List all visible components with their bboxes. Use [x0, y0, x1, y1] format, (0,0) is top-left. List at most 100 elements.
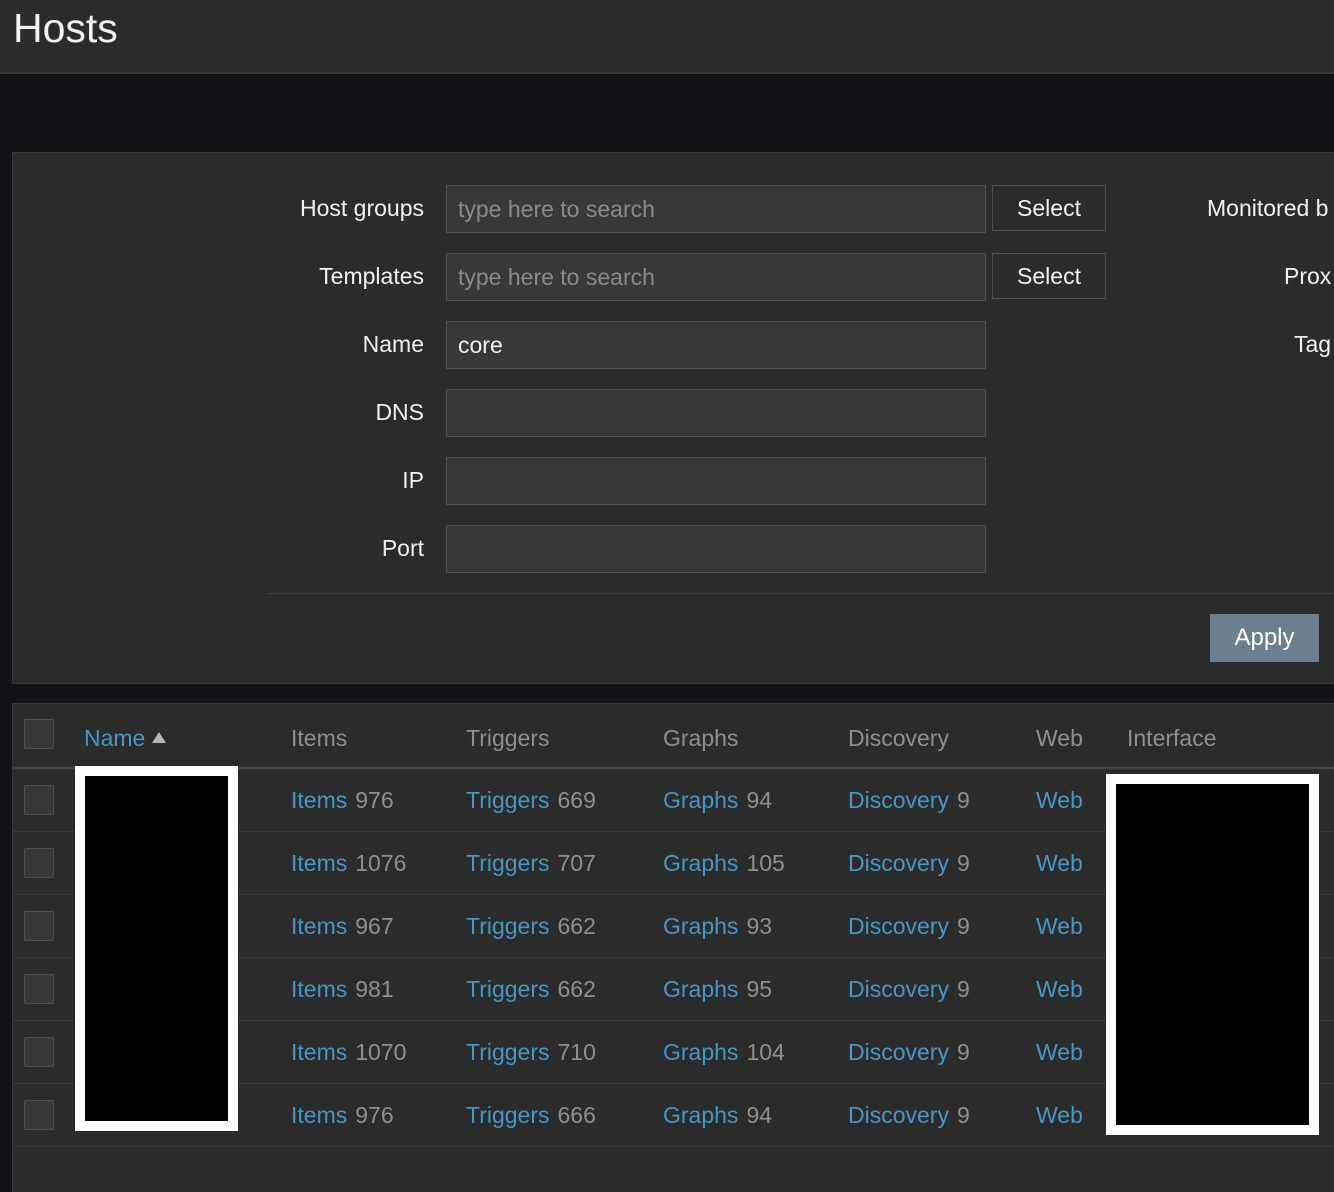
ip-input[interactable] — [446, 457, 986, 505]
graphs-link[interactable]: Graphs — [663, 850, 738, 876]
page-header: Hosts — [0, 0, 1334, 74]
items-link[interactable]: Items — [291, 787, 347, 813]
discovery-count: 9 — [956, 787, 970, 813]
items-cell: Items 967 — [291, 912, 394, 940]
items-count: 967 — [355, 913, 394, 939]
discovery-count: 9 — [956, 1039, 970, 1065]
triggers-cell: Triggers 710 — [466, 1038, 596, 1066]
row-checkbox[interactable] — [24, 785, 54, 815]
triggers-count: 669 — [557, 787, 596, 813]
discovery-count: 9 — [956, 850, 970, 876]
select-all-checkbox[interactable] — [24, 719, 54, 749]
column-header-graphs: Graphs — [663, 725, 739, 751]
redacted-name-column — [75, 766, 238, 1131]
discovery-link[interactable]: Discovery — [848, 787, 949, 813]
column-header-web: Web — [1036, 725, 1083, 751]
graphs-link[interactable]: Graphs — [663, 1039, 738, 1065]
web-link[interactable]: Web — [1036, 849, 1083, 877]
column-header-triggers: Triggers — [466, 725, 550, 751]
triggers-count: 666 — [557, 1102, 596, 1128]
graphs-link[interactable]: Graphs — [663, 976, 738, 1002]
triggers-link[interactable]: Triggers — [466, 850, 550, 876]
triggers-count: 710 — [557, 1039, 596, 1065]
host-groups-input[interactable] — [446, 185, 986, 233]
hosts-page: Hosts Host groups Select Templates Selec… — [0, 0, 1334, 1192]
proxy-label: Prox — [1284, 263, 1332, 289]
triggers-link[interactable]: Triggers — [466, 976, 550, 1002]
row-checkbox[interactable] — [24, 1100, 54, 1130]
triggers-link[interactable]: Triggers — [466, 1039, 550, 1065]
graphs-cell: Graphs 104 — [663, 1038, 785, 1066]
discovery-cell: Discovery 9 — [848, 1038, 970, 1066]
discovery-cell: Discovery 9 — [848, 912, 970, 940]
port-label: Port — [381, 535, 424, 561]
discovery-cell: Discovery 9 — [848, 1101, 970, 1129]
items-cell: Items 1076 — [291, 849, 406, 877]
dns-input[interactable] — [446, 389, 986, 437]
discovery-cell: Discovery 9 — [848, 975, 970, 1003]
row-checkbox[interactable] — [24, 1037, 54, 1067]
items-cell: Items 981 — [291, 975, 394, 1003]
discovery-count: 9 — [956, 913, 970, 939]
graphs-cell: Graphs 94 — [663, 786, 772, 814]
triggers-count: 707 — [557, 850, 596, 876]
port-input[interactable] — [446, 525, 986, 573]
graphs-count: 93 — [746, 913, 773, 939]
graphs-link[interactable]: Graphs — [663, 913, 738, 939]
items-link[interactable]: Items — [291, 976, 347, 1002]
column-header-discovery: Discovery — [848, 725, 949, 751]
graphs-cell: Graphs 105 — [663, 849, 785, 877]
row-checkbox[interactable] — [24, 911, 54, 941]
graphs-count: 105 — [746, 850, 785, 876]
host-groups-select-button[interactable]: Select — [992, 185, 1106, 231]
graphs-cell: Graphs 95 — [663, 975, 772, 1003]
items-count: 1070 — [355, 1039, 407, 1065]
filter-divider — [267, 593, 1334, 594]
column-header-name[interactable]: Name — [84, 724, 167, 752]
apply-button[interactable]: Apply — [1210, 614, 1319, 662]
templates-label: Templates — [319, 263, 424, 289]
ip-label: IP — [402, 467, 424, 493]
web-link[interactable]: Web — [1036, 975, 1083, 1003]
discovery-link[interactable]: Discovery — [848, 850, 949, 876]
graphs-link[interactable]: Graphs — [663, 787, 738, 813]
items-link[interactable]: Items — [291, 1102, 347, 1128]
templates-input[interactable] — [446, 253, 986, 301]
hosts-table: Name Items Triggers Graphs Discovery Web… — [12, 703, 1334, 1192]
triggers-cell: Triggers 662 — [466, 912, 596, 940]
web-link[interactable]: Web — [1036, 1101, 1083, 1129]
web-link[interactable]: Web — [1036, 912, 1083, 940]
monitored-by-label: Monitored b — [1207, 195, 1329, 221]
sort-ascending-icon — [152, 732, 167, 743]
graphs-link[interactable]: Graphs — [663, 1102, 738, 1128]
graphs-count: 95 — [746, 976, 773, 1002]
web-link[interactable]: Web — [1036, 786, 1083, 814]
items-cell: Items 976 — [291, 786, 394, 814]
discovery-cell: Discovery 9 — [848, 786, 970, 814]
triggers-link[interactable]: Triggers — [466, 913, 550, 939]
discovery-link[interactable]: Discovery — [848, 913, 949, 939]
web-link[interactable]: Web — [1036, 1038, 1083, 1066]
host-groups-label: Host groups — [299, 195, 424, 221]
items-link[interactable]: Items — [291, 850, 347, 876]
items-link[interactable]: Items — [291, 1039, 347, 1065]
discovery-link[interactable]: Discovery — [848, 1102, 949, 1128]
discovery-count: 9 — [956, 1102, 970, 1128]
items-cell: Items 1070 — [291, 1038, 406, 1066]
graphs-count: 94 — [746, 1102, 773, 1128]
templates-select-button[interactable]: Select — [992, 253, 1106, 299]
row-checkbox[interactable] — [24, 848, 54, 878]
dns-label: DNS — [375, 399, 424, 425]
triggers-cell: Triggers 666 — [466, 1101, 596, 1129]
graphs-cell: Graphs 93 — [663, 912, 772, 940]
triggers-link[interactable]: Triggers — [466, 787, 550, 813]
filter-panel: Host groups Select Templates Select Name… — [12, 152, 1334, 684]
discovery-link[interactable]: Discovery — [848, 976, 949, 1002]
triggers-link[interactable]: Triggers — [466, 1102, 550, 1128]
items-link[interactable]: Items — [291, 913, 347, 939]
items-cell: Items 976 — [291, 1101, 394, 1129]
discovery-link[interactable]: Discovery — [848, 1039, 949, 1065]
items-count: 1076 — [355, 850, 407, 876]
row-checkbox[interactable] — [24, 974, 54, 1004]
name-input[interactable] — [446, 321, 986, 369]
